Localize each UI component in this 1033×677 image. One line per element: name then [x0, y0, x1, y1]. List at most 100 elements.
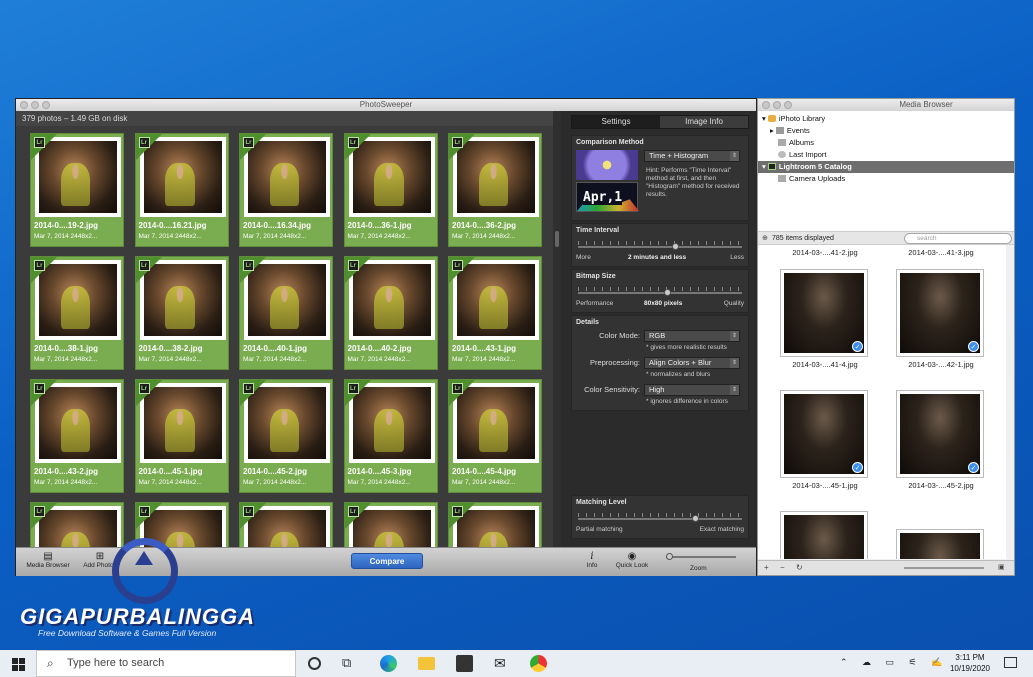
media-scrollbar[interactable] — [1006, 245, 1014, 559]
close-button[interactable] — [20, 101, 28, 109]
minimize-button[interactable] — [31, 101, 39, 109]
start-button[interactable] — [0, 650, 36, 677]
media-search-input[interactable]: search — [904, 233, 1012, 244]
info-button[interactable]: i Info — [581, 551, 603, 569]
zoom-knob[interactable] — [666, 553, 673, 560]
matching-level-slider[interactable] — [578, 518, 742, 520]
media-item[interactable] — [780, 511, 870, 559]
media-item[interactable]: ✓ 2014-03-....41-4.jpg — [780, 269, 870, 369]
media-caption[interactable]: 2014-03-....41-2.jpg — [780, 248, 870, 257]
tree-item-iphoto[interactable]: ▾ iPhoto Library — [762, 113, 825, 125]
tab-settings[interactable]: Settings — [572, 116, 660, 128]
photo-cell[interactable]: Lr — [30, 502, 124, 547]
lightroom-icon: Lr — [34, 260, 45, 271]
zoom-slider[interactable] — [666, 556, 736, 558]
thumbnail-size-slider[interactable] — [904, 567, 984, 569]
close-button[interactable] — [762, 101, 770, 109]
time-interval-slider[interactable] — [578, 246, 742, 248]
store-icon[interactable] — [456, 655, 473, 672]
lightroom-icon: Lr — [138, 383, 150, 394]
photo-cell[interactable]: Lr 2014-0....40-1.jpg Mar 7, 2014 2448x2..… — [239, 256, 333, 370]
media-item[interactable] — [896, 529, 986, 559]
windows-logo-pane — [12, 665, 18, 671]
tab-image-info[interactable]: Image Info — [660, 116, 748, 128]
photo-cell[interactable]: Lr 2014-0....36-2.jpg Mar 7, 2014 2448x2..… — [448, 133, 542, 247]
photo-cell[interactable]: Lr 2014-0....45-3.jpg Mar 7, 2014 2448x2..… — [343, 379, 438, 493]
preprocessing-label: Preprocessing: — [589, 358, 640, 367]
lightroom-icon: Lr — [34, 137, 45, 148]
media-item[interactable]: ✓ 2014-03-....45-2.jpg — [896, 390, 986, 490]
media-caption[interactable]: 2014-03-....41-3.jpg — [896, 248, 986, 257]
system-tray-icons[interactable]: ⌃ ☁ ▭ ⚟ ✍ — [840, 657, 948, 668]
bitmap-size-slider[interactable] — [578, 292, 742, 294]
media-image — [784, 515, 864, 559]
task-view-icon[interactable]: ⧉ — [342, 655, 359, 672]
lightroom-icon: Lr — [243, 260, 254, 271]
comparison-method-select[interactable]: Time + Histogram ⇕ — [644, 150, 740, 162]
photo-cell[interactable]: Lr 2014-0....36-1.jpg Mar 7, 2014 2448x2..… — [343, 133, 438, 247]
media-browser-titlebar: Media Browser — [758, 99, 1014, 111]
lightroom-icon: Lr — [452, 137, 463, 148]
edge-browser-icon[interactable] — [380, 655, 397, 672]
media-item[interactable]: ✓ 2014-03-....45-1.jpg — [780, 390, 870, 490]
notifications-icon[interactable] — [1004, 657, 1017, 668]
photo-cell[interactable]: Lr 2014-0....19-2.jpg Mar 7, 2014 2448x2..… — [30, 133, 124, 247]
media-item[interactable]: ✓ 2014-03-....42-1.jpg — [896, 269, 986, 369]
photo-cell[interactable]: Lr 2014-0....38-1.jpg Mar 7, 2014 2448x2..… — [30, 256, 124, 370]
compare-button[interactable]: Compare — [351, 553, 423, 569]
source-tree: ▾ iPhoto Library ▸ Events Albums Last Im… — [758, 111, 1014, 231]
remove-icon[interactable]: − — [780, 563, 785, 572]
minimize-button[interactable] — [773, 101, 781, 109]
photo-meta: Mar 7, 2014 2448x2... — [347, 356, 411, 363]
sensitivity-value: High — [649, 385, 665, 394]
tree-label: iPhoto Library — [778, 114, 826, 123]
refresh-icon[interactable]: ↻ — [796, 563, 803, 572]
checkmark-icon: ✓ — [968, 462, 979, 473]
photo-cell[interactable]: Lr 2014-0....45-1.jpg Mar 7, 2014 2448x2..… — [134, 379, 229, 493]
flower-preview-icon — [576, 150, 638, 180]
time-interval-knob[interactable] — [672, 243, 680, 250]
preprocessing-value: Align Colors + Blur — [649, 358, 712, 367]
zoom-button[interactable] — [784, 101, 792, 109]
tree-item-lightroom[interactable]: ▾ Lightroom 5 Catalog — [758, 161, 1014, 173]
photo-cell[interactable]: Lr 2014-0....38-2.jpg Mar 7, 2014 2448x2..… — [134, 256, 229, 370]
photo-cell[interactable]: Lr 2014-0....16.21.jpg Mar 7, 2014 2448x2.… — [134, 133, 229, 247]
grid-scrollbar[interactable] — [553, 111, 561, 547]
mail-icon[interactable]: ✉ — [494, 655, 511, 672]
photo-cell[interactable]: Lr — [239, 502, 333, 547]
file-explorer-icon[interactable] — [418, 657, 435, 670]
add-icon[interactable]: + — [764, 563, 769, 572]
tree-item-events[interactable]: ▸ Events — [770, 125, 810, 137]
media-browser-button[interactable]: ▤ Media Browser — [22, 551, 74, 569]
tree-item-last-import[interactable]: Last Import — [778, 149, 827, 161]
quick-look-button[interactable]: ◉ Quick Look — [610, 551, 654, 569]
photo-cell[interactable]: Lr 2014-0....16.34.jpg Mar 7, 2014 2448x2.… — [239, 133, 333, 247]
cortana-icon[interactable] — [308, 657, 321, 670]
photo-cell[interactable]: Lr 2014-0....45-4.jpg Mar 7, 2014 2448x2..… — [448, 379, 542, 493]
bitmap-size-knob[interactable] — [664, 289, 672, 296]
matching-left-label: Partial matching — [576, 526, 623, 533]
comparison-method-value: Time + Histogram — [649, 151, 709, 160]
preprocessing-select[interactable]: Align Colors + Blur ⇕ — [644, 357, 740, 369]
media-list: 2014-03-....41-2.jpg 2014-03-....41-3.jpg… — [758, 245, 1006, 559]
lightroom-icon: Lr — [243, 137, 254, 148]
media-browser-status-bar: ⊕ 785 items displayed search — [758, 231, 1014, 245]
tree-item-camera-uploads[interactable]: Camera Uploads — [778, 173, 845, 185]
plus-circle-icon[interactable]: ⊕ — [762, 234, 768, 242]
photo-cell[interactable]: Lr — [343, 502, 438, 547]
matching-level-knob[interactable] — [692, 515, 700, 522]
photo-cell[interactable]: Lr 2014-0....45-2.jpg Mar 7, 2014 2448x2..… — [239, 379, 333, 493]
color-mode-select[interactable]: RGB ⇕ — [644, 330, 740, 342]
photo-cell[interactable]: Lr 2014-0....43-1.jpg Mar 7, 2014 2448x2..… — [448, 256, 542, 370]
sensitivity-select[interactable]: High ⇕ — [644, 384, 740, 396]
zoom-button[interactable] — [42, 101, 50, 109]
photo-cell[interactable]: Lr — [448, 502, 542, 547]
tree-item-albums[interactable]: Albums — [778, 137, 814, 149]
photo-filename: 2014-0....38-2.jpg — [138, 344, 203, 353]
taskbar-search-box[interactable]: ⌕ Type here to search — [36, 650, 296, 677]
scroll-thumb[interactable] — [555, 231, 559, 247]
taskbar-clock[interactable]: 3:11 PM 10/19/2020 — [945, 652, 995, 674]
photo-cell[interactable]: Lr 2014-0....43-2.jpg Mar 7, 2014 2448x2..… — [30, 379, 124, 493]
chrome-icon[interactable] — [530, 655, 547, 672]
photo-cell[interactable]: Lr 2014-0....40-2.jpg Mar 7, 2014 2448x2..… — [343, 256, 438, 370]
